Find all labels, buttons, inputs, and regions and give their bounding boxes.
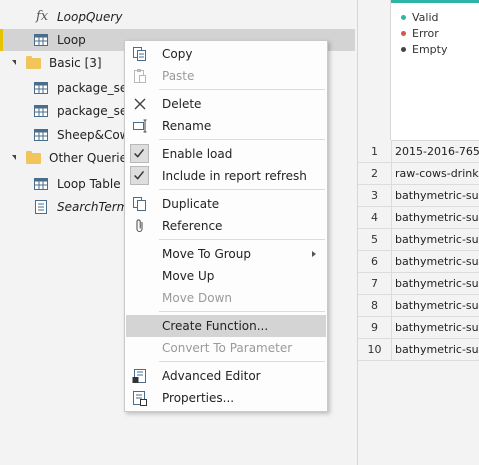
table-icon <box>34 82 48 94</box>
cell-value[interactable]: bathymetric-surv <box>392 251 479 272</box>
query-group-label: Other Queries <box>49 151 134 165</box>
query-item-label: package_sea <box>57 81 135 95</box>
data-preview-pane: Valid Error Empty 12015-2016-76576 2raw-… <box>358 0 479 465</box>
cell-value[interactable]: 2015-2016-76576 <box>392 141 479 162</box>
menu-item-advanced-editor[interactable]: Advanced Editor <box>126 365 326 387</box>
checkmark-icon <box>130 144 149 163</box>
table-row[interactable]: 3bathymetric-surv <box>358 185 479 207</box>
row-number: 4 <box>358 207 392 228</box>
advanced-editor-icon <box>132 369 146 383</box>
expand-triangle-icon[interactable] <box>12 155 16 160</box>
menu-item-move-to-group[interactable]: Move To Group <box>126 243 326 265</box>
menu-item-properties[interactable]: Properties... <box>126 387 326 409</box>
menu-item-move-up[interactable]: Move Up <box>126 265 326 287</box>
table-icon <box>34 34 48 46</box>
menu-item-create-function[interactable]: Create Function... <box>126 315 326 337</box>
properties-icon <box>133 391 147 406</box>
paste-icon <box>134 69 146 83</box>
copy-icon <box>133 47 146 61</box>
row-number: 5 <box>358 229 392 250</box>
table-row[interactable]: 9bathymetric-surv <box>358 317 479 339</box>
menu-separator <box>159 189 325 190</box>
quality-bar <box>391 0 479 3</box>
parameter-icon <box>35 200 47 214</box>
table-icon <box>34 178 48 190</box>
cell-value[interactable]: bathymetric-surv <box>392 273 479 294</box>
menu-separator <box>159 139 325 140</box>
query-group-label: Basic [3] <box>49 56 102 70</box>
menu-item-paste[interactable]: Paste <box>126 65 326 87</box>
table-row[interactable]: 10bathymetric-surv <box>358 339 479 361</box>
paperclip-icon <box>136 219 143 233</box>
fx-icon: fx <box>36 9 49 24</box>
menu-separator <box>159 89 325 90</box>
valid-dot-icon <box>401 14 406 20</box>
row-number: 10 <box>358 339 392 360</box>
menu-item-convert-to-parameter[interactable]: Convert To Parameter <box>126 337 326 359</box>
menu-item-enable-load[interactable]: Enable load <box>126 143 326 165</box>
query-item-label: LoopQuery <box>57 10 123 24</box>
table-icon <box>34 129 48 141</box>
menu-item-copy[interactable]: Copy <box>126 43 326 65</box>
cell-value[interactable]: bathymetric-surv <box>392 339 479 360</box>
legend-valid: Valid <box>401 10 439 26</box>
column-quality-panel: Valid Error Empty <box>391 0 479 141</box>
row-number: 7 <box>358 273 392 294</box>
menu-item-delete[interactable]: Delete <box>126 93 326 115</box>
row-number: 6 <box>358 251 392 272</box>
table-row[interactable]: 12015-2016-76576 <box>358 141 479 163</box>
menu-separator <box>159 311 325 312</box>
delete-icon <box>134 98 146 110</box>
expand-triangle-icon[interactable] <box>12 60 16 65</box>
menu-item-duplicate[interactable]: Duplicate <box>126 193 326 215</box>
table-row[interactable]: 4bathymetric-surv <box>358 207 479 229</box>
cell-value[interactable]: bathymetric-surv <box>392 229 479 250</box>
row-number: 9 <box>358 317 392 338</box>
row-number-header <box>358 0 391 140</box>
row-number: 8 <box>358 295 392 316</box>
table-row[interactable]: 6bathymetric-surv <box>358 251 479 273</box>
duplicate-icon <box>133 197 146 211</box>
row-number: 1 <box>358 141 392 162</box>
legend-error: Error <box>401 26 439 42</box>
query-item-label: Loop Table <box>57 177 121 191</box>
legend-empty: Empty <box>401 42 447 58</box>
empty-dot-icon <box>401 46 406 52</box>
table-row[interactable]: 7bathymetric-surv <box>358 273 479 295</box>
menu-item-include-in-refresh[interactable]: Include in report refresh <box>126 165 326 187</box>
menu-separator <box>159 361 325 362</box>
cell-value[interactable]: bathymetric-surv <box>392 295 479 316</box>
menu-item-rename[interactable]: Rename <box>126 115 326 137</box>
table-row[interactable]: 5bathymetric-surv <box>358 229 479 251</box>
table-row[interactable]: 2raw-cows-drinkin <box>358 163 479 185</box>
cell-value[interactable]: bathymetric-surv <box>392 185 479 206</box>
menu-separator <box>159 239 325 240</box>
submenu-arrow-icon <box>312 251 316 257</box>
rename-icon <box>133 119 147 133</box>
query-item-label: Loop <box>57 33 86 47</box>
checkmark-icon <box>130 166 149 185</box>
folder-icon <box>26 56 41 69</box>
menu-item-reference[interactable]: Reference <box>126 215 326 237</box>
query-item-label: package_sea <box>57 104 135 118</box>
cell-value[interactable]: raw-cows-drinkin <box>392 163 479 184</box>
cell-value[interactable]: bathymetric-surv <box>392 317 479 338</box>
cell-value[interactable]: bathymetric-surv <box>392 207 479 228</box>
row-number: 2 <box>358 163 392 184</box>
table-icon <box>34 105 48 117</box>
table-row[interactable]: 8bathymetric-surv <box>358 295 479 317</box>
menu-item-move-down[interactable]: Move Down <box>126 287 326 309</box>
context-menu: Copy Paste Delete Rename Enable load Inc… <box>124 40 328 412</box>
row-number: 3 <box>358 185 392 206</box>
folder-icon <box>26 151 41 164</box>
error-dot-icon <box>401 30 406 36</box>
